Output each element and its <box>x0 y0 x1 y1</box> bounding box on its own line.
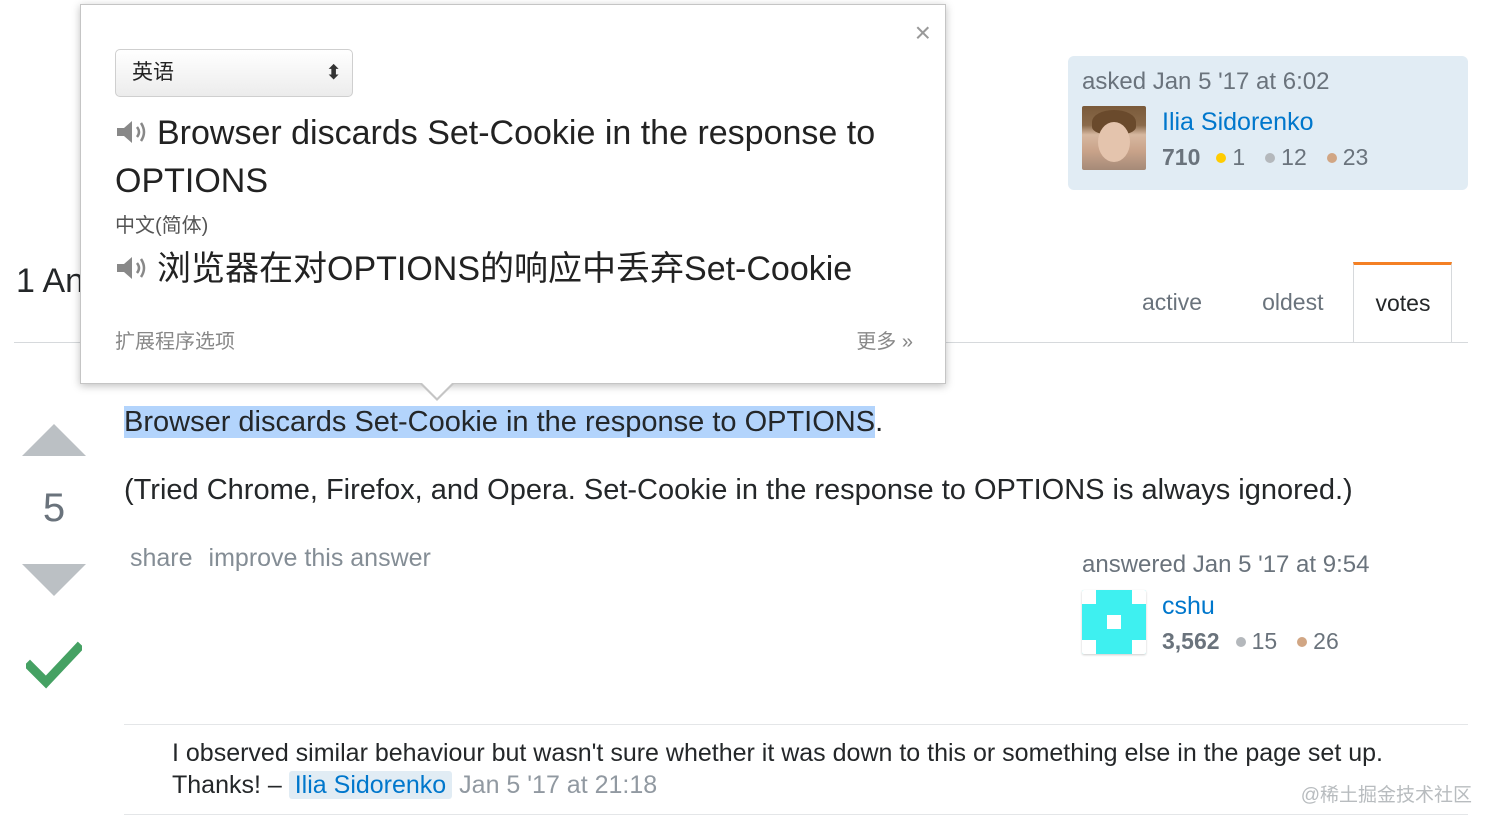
question-owner-name[interactable]: Ilia Sidorenko <box>1162 108 1313 137</box>
answer-paragraph-1: Browser discards Set-Cookie in the respo… <box>124 406 883 439</box>
user-avatar[interactable] <box>1082 106 1146 170</box>
silver-badge-count: 12 <box>1281 144 1307 170</box>
source-text-block: Browser discards Set-Cookie in the respo… <box>115 109 915 205</box>
comment: I observed similar behaviour but wasn't … <box>172 737 1462 801</box>
translated-text-block: 浏览器在对OPTIONS的响应中丢弃Set-Cookie <box>115 245 852 293</box>
tab-active[interactable]: active <box>1112 262 1232 342</box>
popup-caret-fill <box>422 383 452 398</box>
answerer-reputation-row: 3,562 15 26 <box>1162 628 1339 655</box>
vote-count: 5 <box>42 486 66 530</box>
source-text: Browser discards Set-Cookie in the respo… <box>115 114 876 200</box>
answered-time: answered Jan 5 '17 at 9:54 <box>1082 551 1370 578</box>
comment-date[interactable]: Jan 5 '17 at 21:18 <box>459 771 657 799</box>
translated-text: 浏览器在对OPTIONS的响应中丢弃Set-Cookie <box>157 250 853 288</box>
answer-sort-tabs: active oldest votes <box>1112 262 1453 342</box>
close-icon[interactable]: × <box>915 19 931 47</box>
target-language-label: 中文(简体) <box>115 215 209 237</box>
bronze-badge-count: 23 <box>1342 144 1369 170</box>
comment-user-link[interactable]: Ilia Sidorenko <box>288 771 453 799</box>
silver-badge-icon <box>1235 636 1246 647</box>
improve-answer-link[interactable]: improve this answer <box>209 544 431 573</box>
post-menu: share improve this answer <box>130 544 431 573</box>
silver-badge-count: 15 <box>1251 628 1278 654</box>
selected-text[interactable]: Browser discards Set-Cookie in the respo… <box>124 406 876 438</box>
vote-up-icon[interactable] <box>22 424 86 456</box>
comment-divider <box>124 724 1468 725</box>
watermark: @稀土掘金技术社区 <box>1300 785 1472 806</box>
speaker-icon[interactable] <box>115 118 149 146</box>
translate-popup: × 英语 ⬍ Browser discards Set-Cookie in th… <box>80 4 946 384</box>
extension-options-link[interactable]: 扩展程序选项 <box>115 325 235 354</box>
answerer-avatar[interactable] <box>1082 590 1146 654</box>
accepted-check-icon <box>26 641 82 689</box>
silver-badge-icon <box>1265 152 1276 163</box>
vote-down-icon[interactable] <box>22 564 86 596</box>
speaker-icon[interactable] <box>115 254 149 282</box>
select-arrows-icon: ⬍ <box>325 62 342 84</box>
question-owner-reputation-row: 710 1 12 23 <box>1162 144 1368 171</box>
answers-count-heading: 1 An <box>16 262 85 300</box>
answerer-name[interactable]: cshu <box>1162 592 1215 621</box>
bronze-badge-icon <box>1297 636 1308 647</box>
answer-paragraph-2: (Tried Chrome, Firefox, and Opera. Set-C… <box>124 474 1353 506</box>
period: . <box>875 406 884 438</box>
source-language-value: 英语 <box>132 61 174 84</box>
share-link[interactable]: share <box>130 544 193 573</box>
bronze-badge-icon <box>1326 152 1337 163</box>
reputation-score: 710 <box>1162 144 1201 170</box>
question-owner-card: asked Jan 5 '17 at 6:02 Ilia Sidorenko 7… <box>1068 56 1468 190</box>
gold-badge-icon <box>1216 152 1227 163</box>
tab-oldest[interactable]: oldest <box>1232 262 1353 342</box>
asked-time: asked Jan 5 '17 at 6:02 <box>1082 68 1330 95</box>
more-link[interactable]: 更多 » <box>856 325 913 354</box>
bronze-badge-count: 26 <box>1313 628 1339 654</box>
gold-badge-count: 1 <box>1232 144 1246 170</box>
tab-votes[interactable]: votes <box>1353 262 1453 342</box>
source-language-select[interactable]: 英语 ⬍ <box>115 49 353 97</box>
reputation-score: 3,562 <box>1162 628 1220 654</box>
comment-divider-bottom <box>124 814 1468 815</box>
